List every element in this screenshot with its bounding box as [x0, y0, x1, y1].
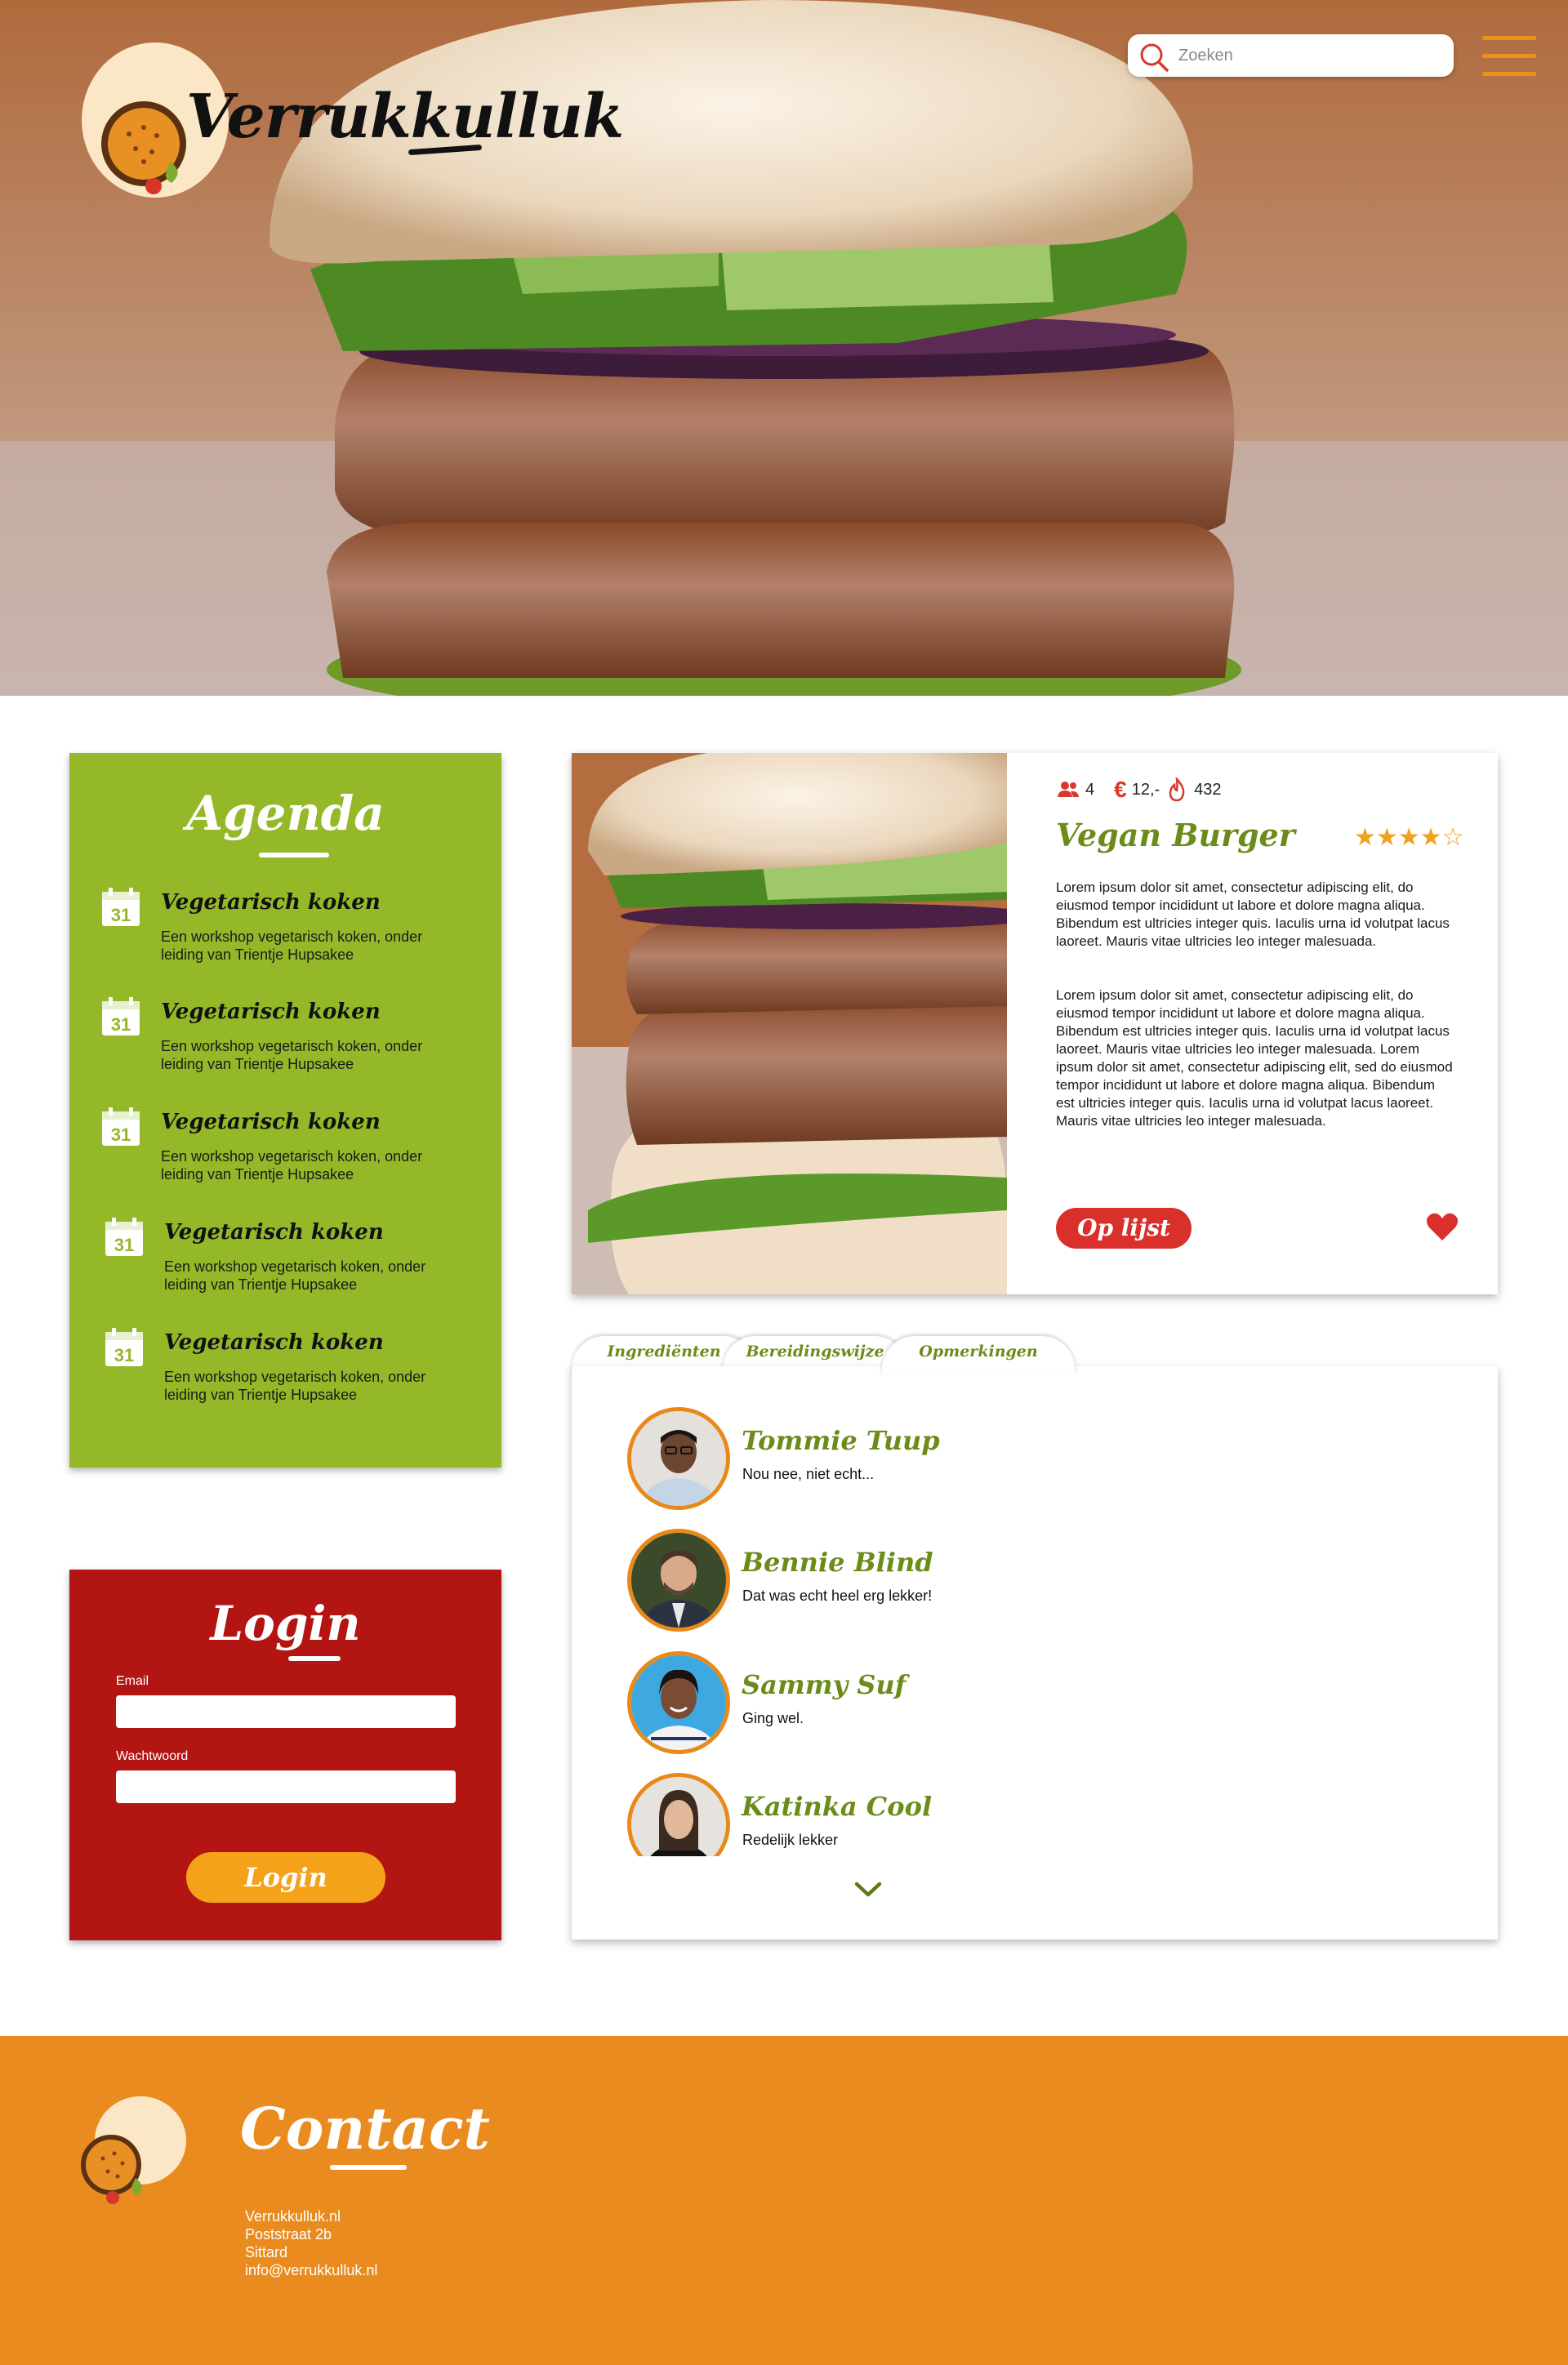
comment-item: Bennie Blind Dat was echt heel erg lekke… — [627, 1529, 1362, 1635]
calendar-icon: 31 — [102, 888, 140, 926]
agenda-item-description: Een workshop vegetarisch koken, onder le… — [161, 1038, 423, 1072]
agenda-item[interactable]: 31 Vegetarisch koken Een workshop vegeta… — [100, 887, 476, 977]
recipe-description: Lorem ipsum dolor sit amet, consectetur … — [1056, 987, 1453, 1129]
euro-icon: € — [1114, 777, 1127, 802]
svg-text:31: 31 — [114, 1235, 134, 1255]
avatar — [627, 1773, 730, 1856]
calories-flame-icon — [1169, 777, 1185, 802]
comments-panel: Tommie Tuup Nou nee, niet echt... Bennie… — [572, 1366, 1498, 1940]
recipe-meta: 4 € 12,- 432 — [1056, 776, 1222, 804]
contact-title-underline — [330, 2165, 407, 2170]
comment-text: Redelijk lekker — [742, 1832, 839, 1848]
svg-text:31: 31 — [111, 1125, 131, 1145]
footer: Contact Verrukkulluk.nl Poststraat 2b Si… — [0, 2036, 1568, 2365]
heart-icon[interactable] — [1425, 1209, 1459, 1244]
footer-logo-icon[interactable] — [72, 2095, 186, 2209]
agenda-panel: Agenda 31 Vegetarisch koken Een workshop… — [69, 753, 501, 1468]
email-field[interactable] — [116, 1695, 456, 1728]
agenda-item-title: Vegetarisch koken — [161, 1000, 381, 1024]
search-input[interactable] — [1178, 42, 1440, 69]
recipe-card: 4 € 12,- 432 Vegan Burger ★★★★☆ Lorem ip… — [572, 753, 1498, 1294]
agenda-item-description: Een workshop vegetarisch koken, onder le… — [161, 1148, 423, 1182]
hero-banner: Verrukkulluk — [0, 0, 1568, 696]
contact-title: Contact — [240, 2095, 490, 2162]
persons-count: 4 — [1085, 780, 1095, 799]
email-label: Email — [116, 1674, 149, 1688]
comment-author: Sammy Suf — [742, 1669, 906, 1700]
rating-stars[interactable]: ★★★★☆ — [1354, 823, 1463, 852]
chevron-down-icon[interactable] — [853, 1879, 883, 1899]
comment-item: Katinka Cool Redelijk lekker — [627, 1773, 1362, 1856]
menu-icon[interactable] — [1482, 36, 1536, 77]
comment-author: Bennie Blind — [742, 1547, 933, 1578]
password-label: Wachtwoord — [116, 1749, 189, 1763]
agenda-item[interactable]: 31 Vegetarisch koken Een workshop vegeta… — [104, 1327, 479, 1417]
calendar-icon: 31 — [102, 1107, 140, 1146]
login-title-underline — [288, 1656, 341, 1661]
agenda-item-title: Vegetarisch koken — [164, 1220, 384, 1245]
contact-email[interactable]: info@verrukkulluk.nl — [245, 2261, 377, 2279]
agenda-title: Agenda — [186, 786, 385, 841]
comment-text: Ging wel. — [742, 1710, 804, 1726]
agenda-item-title: Vegetarisch koken — [161, 890, 381, 915]
people-icon — [1058, 782, 1079, 797]
search-bar[interactable] — [1128, 34, 1454, 77]
password-field[interactable] — [116, 1770, 456, 1803]
avatar — [627, 1529, 730, 1632]
agenda-title-underline — [259, 853, 329, 857]
comment-item: Tommie Tuup Nou nee, niet echt... — [627, 1407, 1362, 1513]
recipe-description: Lorem ipsum dolor sit amet, consectetur … — [1056, 880, 1450, 949]
calendar-icon: 31 — [105, 1218, 143, 1256]
calendar-icon: 31 — [102, 997, 140, 1036]
agenda-item-description: Een workshop vegetarisch koken, onder le… — [164, 1369, 426, 1403]
contact-site[interactable]: Verrukkulluk.nl — [245, 2207, 341, 2225]
calories-value: 432 — [1194, 780, 1222, 799]
site-logo[interactable]: Verrukkulluk — [82, 42, 624, 206]
contact-city: Sittard — [245, 2244, 288, 2260]
agenda-item[interactable]: 31 Vegetarisch koken Een workshop vegeta… — [104, 1217, 479, 1307]
recipe-info: 4 € 12,- 432 Vegan Burger ★★★★☆ Lorem ip… — [1007, 753, 1498, 1294]
login-title: Login — [210, 1596, 361, 1651]
agenda-item-title: Vegetarisch koken — [164, 1330, 384, 1355]
comment-author: Tommie Tuup — [742, 1425, 940, 1456]
comment-author: Katinka Cool — [742, 1791, 933, 1822]
login-panel: Login Email Wachtwoord Login — [69, 1570, 501, 1940]
agenda-item[interactable]: 31 Vegetarisch koken Een workshop vegeta… — [100, 996, 476, 1086]
tab-opmerkingen[interactable]: Opmerkingen — [882, 1336, 1075, 1375]
agenda-item-title: Vegetarisch koken — [161, 1110, 381, 1134]
comment-item: Sammy Suf Ging wel. — [627, 1651, 1362, 1757]
avatar — [627, 1407, 730, 1510]
comment-text: Nou nee, niet echt... — [742, 1466, 875, 1482]
avatar — [627, 1651, 730, 1754]
burger-logo-icon — [101, 101, 186, 194]
calendar-icon: 31 — [105, 1328, 143, 1366]
price-value: 12,- — [1131, 780, 1160, 799]
agenda-item[interactable]: 31 Vegetarisch koken Een workshop vegeta… — [100, 1107, 476, 1196]
agenda-item-description: Een workshop vegetarisch koken, onder le… — [164, 1258, 426, 1293]
svg-text:31: 31 — [111, 1014, 131, 1035]
recipe-photo — [572, 753, 1007, 1294]
svg-text:31: 31 — [111, 905, 131, 925]
recipe-title: Vegan Burger — [1056, 817, 1295, 853]
logo-text: Verrukkulluk — [186, 82, 624, 152]
add-to-list-button[interactable]: Op lijst — [1056, 1208, 1192, 1249]
comment-text: Dat was echt heel erg lekker! — [742, 1588, 933, 1604]
contact-street: Poststraat 2b — [245, 2226, 332, 2243]
agenda-item-description: Een workshop vegetarisch koken, onder le… — [161, 929, 423, 963]
svg-text:31: 31 — [114, 1345, 134, 1365]
login-button[interactable]: Login — [186, 1852, 385, 1903]
search-icon[interactable] — [1138, 41, 1170, 73]
